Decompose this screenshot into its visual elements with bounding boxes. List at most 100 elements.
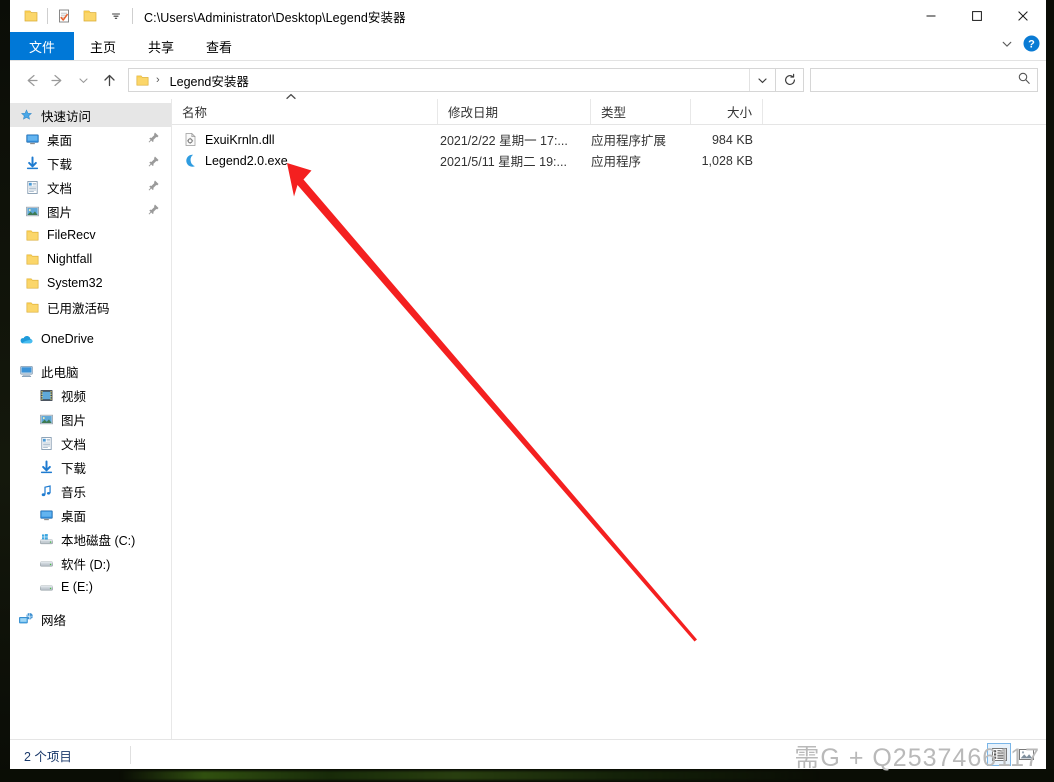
recent-locations-chevron-down-icon[interactable] xyxy=(70,67,96,93)
sidebar-item-system32[interactable]: System32 xyxy=(10,271,171,295)
sidebar-item-label: 软件 (D:) xyxy=(61,557,111,572)
folder-icon[interactable] xyxy=(18,3,44,29)
sidebar-item-network[interactable]: 网络 xyxy=(10,607,171,631)
sidebar-item-videos[interactable]: 视频 xyxy=(10,383,171,407)
sidebar-item-pictures[interactable]: 图片 xyxy=(10,199,171,223)
pin-icon[interactable] xyxy=(147,155,161,169)
pin-icon[interactable] xyxy=(147,179,161,193)
sidebar-item-documents-pc[interactable]: 文档 xyxy=(10,431,171,455)
sidebar-item-label: 网络 xyxy=(41,613,67,628)
forward-arrow-icon[interactable] xyxy=(44,67,70,93)
back-arrow-icon[interactable] xyxy=(18,67,44,93)
pin-star-icon xyxy=(18,107,34,123)
sidebar-item-music[interactable]: 音乐 xyxy=(10,479,171,503)
properties-icon[interactable] xyxy=(51,3,77,29)
breadcrumb-folder-icon xyxy=(136,75,149,86)
column-header-date-modified[interactable]: 修改日期 xyxy=(438,99,591,124)
ribbon-expand-chevron-down-icon[interactable] xyxy=(1001,37,1013,55)
window-title-path: C:\Users\Administrator\Desktop\Legend安装器 xyxy=(144,10,406,25)
sidebar-item-label: 已用激活码 xyxy=(47,301,110,316)
sidebar-item-label: FileRecv xyxy=(47,228,96,242)
videos-icon xyxy=(38,387,54,403)
music-icon xyxy=(38,483,54,499)
sidebar-item-desktop-pc[interactable]: 桌面 xyxy=(10,503,171,527)
tab-file[interactable]: 文件 xyxy=(10,32,75,60)
sidebar-item-drive-e[interactable]: E (E:) xyxy=(10,575,171,599)
sidebar-item-local-disk-c[interactable]: 本地磁盘 (C:) xyxy=(10,527,171,551)
desktop-background-bottom xyxy=(0,769,1054,782)
file-date-cell: 2021/5/11 星期二 19:... xyxy=(440,155,567,169)
toolbar-divider xyxy=(47,8,48,24)
column-header-label: 大小 xyxy=(726,106,752,120)
table-row[interactable]: ExuiKrnln.dll 2021/2/22 星期一 17:... 应用程序扩… xyxy=(172,129,1046,150)
details-view-icon[interactable] xyxy=(987,743,1011,766)
dll-file-icon xyxy=(182,132,198,148)
file-name-label: Legend2.0.exe xyxy=(205,153,288,168)
network-icon xyxy=(18,611,34,627)
sidebar-item-onedrive[interactable]: OneDrive xyxy=(10,327,171,351)
maximize-button[interactable] xyxy=(954,0,1000,32)
refresh-icon[interactable] xyxy=(776,68,804,92)
this-pc-icon xyxy=(18,363,34,379)
minimize-button[interactable] xyxy=(908,0,954,32)
sidebar-item-this-pc[interactable]: 此电脑 xyxy=(10,359,171,383)
desktop-icon xyxy=(38,507,54,523)
sidebar-item-pictures-pc[interactable]: 图片 xyxy=(10,407,171,431)
column-header-name[interactable]: 名称 xyxy=(172,93,438,124)
breadcrumb[interactable]: › Legend安装器 xyxy=(129,69,251,91)
pin-icon[interactable] xyxy=(147,131,161,145)
desktop-background-left xyxy=(0,0,10,782)
tab-share[interactable]: 共享 xyxy=(132,32,190,60)
new-folder-icon[interactable] xyxy=(77,3,103,29)
sidebar-item-downloads-pc[interactable]: 下载 xyxy=(10,455,171,479)
navigation-bar: › Legend安装器 xyxy=(10,61,1046,99)
status-bar: 2 个项目 xyxy=(10,739,1046,770)
help-icon[interactable]: ? xyxy=(1023,35,1040,57)
desktop-icon xyxy=(24,131,40,147)
customize-toolbar-chevron-down-icon[interactable] xyxy=(103,3,129,29)
file-explorer-window: C:\Users\Administrator\Desktop\Legend安装器… xyxy=(10,0,1046,770)
sidebar-item-quick-access[interactable]: 快速访问 xyxy=(10,103,171,127)
sidebar-item-documents[interactable]: 文档 xyxy=(10,175,171,199)
sidebar-item-downloads[interactable]: 下载 xyxy=(10,151,171,175)
column-headers: 名称 修改日期 类型 大小 xyxy=(172,93,1046,125)
breadcrumb-current-folder[interactable]: Legend安装器 xyxy=(170,71,249,90)
tab-home[interactable]: 主页 xyxy=(74,32,132,60)
sidebar-item-desktop[interactable]: 桌面 xyxy=(10,127,171,151)
window-controls xyxy=(908,0,1046,32)
sidebar-item-drive-d[interactable]: 软件 (D:) xyxy=(10,551,171,575)
sidebar-item-nightfall[interactable]: Nightfall xyxy=(10,247,171,271)
close-button[interactable] xyxy=(1000,0,1046,32)
sidebar-item-label: OneDrive xyxy=(41,332,94,346)
drive-icon xyxy=(38,579,54,595)
pin-icon[interactable] xyxy=(147,203,161,217)
file-name-label: ExuiKrnln.dll xyxy=(205,132,275,147)
file-type-cell: 应用程序 xyxy=(591,155,642,169)
address-dropdown-chevron-down-icon[interactable] xyxy=(749,69,775,91)
sidebar-item-filerecv[interactable]: FileRecv xyxy=(10,223,171,247)
sidebar-item-label: 下载 xyxy=(47,157,73,172)
file-name-cell: ExuiKrnln.dll xyxy=(172,132,438,148)
tab-view[interactable]: 查看 xyxy=(190,32,248,60)
sidebar-item-label: 本地磁盘 (C:) xyxy=(61,533,136,548)
up-arrow-icon[interactable] xyxy=(96,67,122,93)
column-header-label: 修改日期 xyxy=(448,106,499,120)
search-box[interactable] xyxy=(810,68,1038,92)
address-bar[interactable]: › Legend安装器 xyxy=(128,68,776,92)
screen: C:\Users\Administrator\Desktop\Legend安装器… xyxy=(0,0,1054,782)
large-icons-view-icon[interactable] xyxy=(1014,743,1038,766)
documents-icon xyxy=(38,435,54,451)
table-row[interactable]: Legend2.0.exe 2021/5/11 星期二 19:... 应用程序 … xyxy=(172,150,1046,171)
sidebar-item-label: 音乐 xyxy=(61,485,87,500)
column-header-size[interactable]: 大小 xyxy=(691,99,763,124)
sidebar-item-used-activation-codes[interactable]: 已用激活码 xyxy=(10,295,171,319)
search-icon xyxy=(1017,71,1031,90)
explorer-body: 快速访问 桌面 下载 文档 图片 FileRecv Nightfall Syst… xyxy=(10,93,1046,739)
search-input[interactable] xyxy=(817,73,1017,87)
sidebar-item-label: 图片 xyxy=(47,205,73,220)
drive-icon xyxy=(38,555,54,571)
file-type-cell: 应用程序扩展 xyxy=(591,134,667,148)
column-header-type[interactable]: 类型 xyxy=(591,99,691,124)
pictures-icon xyxy=(38,411,54,427)
